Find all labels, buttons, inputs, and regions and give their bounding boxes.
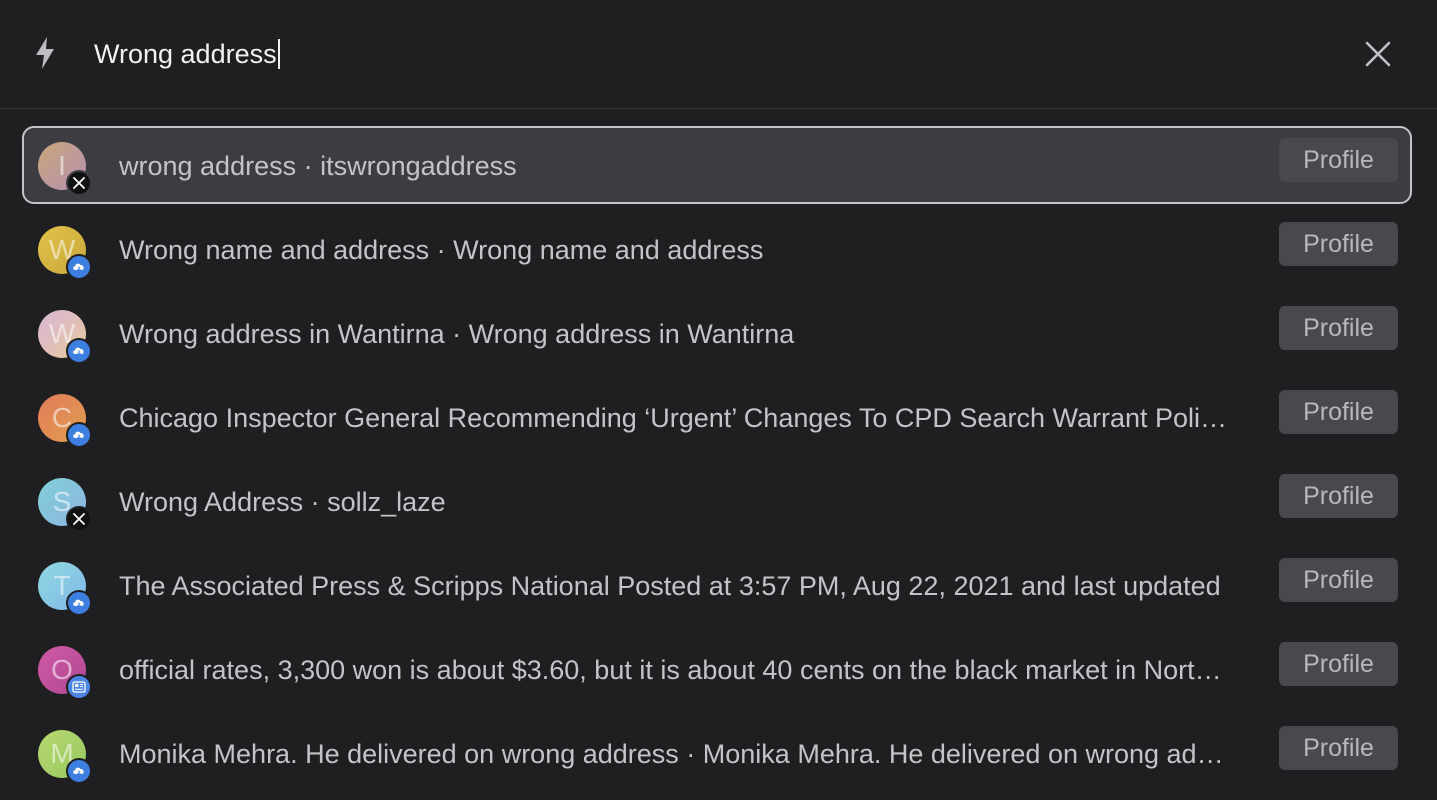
result-title: Chicago Inspector General Recommending ‘… xyxy=(119,403,1234,433)
cloud-download-icon xyxy=(66,422,92,448)
profile-button[interactable]: Profile xyxy=(1279,390,1398,434)
cloud-download-icon xyxy=(66,590,92,616)
profile-button[interactable]: Profile xyxy=(1279,558,1398,602)
profile-button[interactable]: Profile xyxy=(1279,642,1398,686)
cloud-download-icon xyxy=(66,338,92,364)
search-input[interactable]: Wrong address xyxy=(94,36,280,72)
search-bar: Wrong address xyxy=(0,0,1437,109)
profile-button[interactable]: Profile xyxy=(1279,138,1398,182)
result-row[interactable]: Iwrong address · itswrongaddress Profile xyxy=(22,126,1412,204)
result-title: Wrong address in Wantirna · Wrong addres… xyxy=(119,319,795,349)
close-icon[interactable] xyxy=(1362,38,1394,70)
quick-search-window: Wrong address Iwrong address · itswronga… xyxy=(0,0,1437,800)
newspaper-icon xyxy=(66,674,92,700)
result-row[interactable]: W Wrong address in Wantirna · Wrong addre… xyxy=(22,294,1412,372)
text-caret xyxy=(277,39,280,69)
result-row[interactable]: Oofficial rates, 3,300 won is about $3.6… xyxy=(22,630,1412,708)
result-title: The Associated Press & Scripps National … xyxy=(119,571,1221,601)
result-row[interactable]: C Chicago Inspector General Recommending … xyxy=(22,378,1412,456)
result-row[interactable]: S Wrong Address · sollz_laze Profile xyxy=(22,462,1412,540)
result-row[interactable]: W Wrong name and address · Wrong name and… xyxy=(22,210,1412,288)
profile-button[interactable]: Profile xyxy=(1279,222,1398,266)
search-query-text: Wrong address xyxy=(94,39,277,69)
cloud-download-icon xyxy=(66,758,92,784)
result-row[interactable]: T The Associated Press & Scripps National… xyxy=(22,546,1412,624)
result-title: Wrong Address · sollz_laze xyxy=(119,487,446,517)
lightning-bolt-icon xyxy=(36,37,54,69)
result-title: Monika Mehra. He delivered on wrong addr… xyxy=(119,739,1234,769)
result-title: Wrong name and address · Wrong name and … xyxy=(119,235,764,265)
profile-button[interactable]: Profile xyxy=(1279,474,1398,518)
profile-button[interactable]: Profile xyxy=(1279,306,1398,350)
profile-button[interactable]: Profile xyxy=(1279,726,1398,770)
result-row[interactable]: M Monika Mehra. He delivered on wrong add… xyxy=(22,714,1412,792)
x-logo-icon xyxy=(66,170,92,196)
result-title: official rates, 3,300 won is about $3.60… xyxy=(119,655,1234,685)
result-title: wrong address · itswrongaddress xyxy=(119,151,517,181)
cloud-download-icon xyxy=(66,254,92,280)
x-logo-icon xyxy=(66,506,92,532)
